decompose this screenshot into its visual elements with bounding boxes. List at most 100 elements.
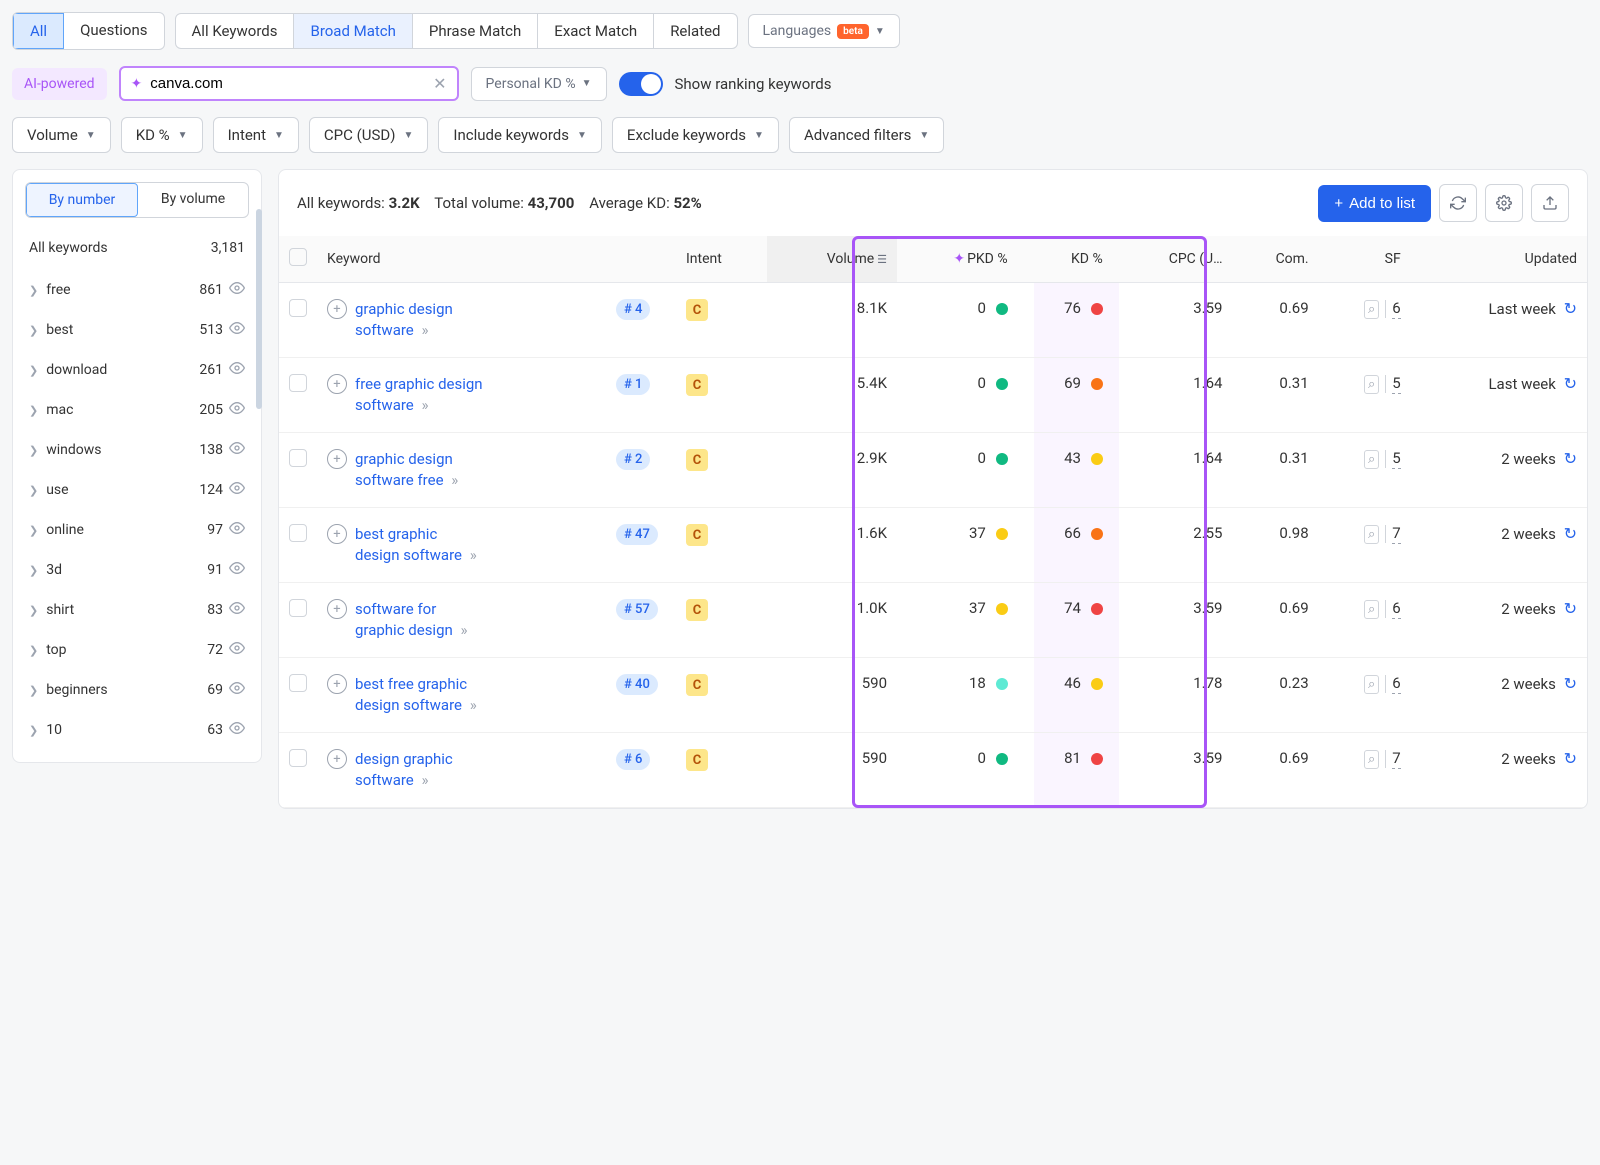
row-checkbox[interactable] (289, 674, 307, 692)
keyword-link[interactable]: software for graphic design (355, 600, 453, 639)
keyword-link[interactable]: graphic design software (355, 300, 453, 339)
eye-icon[interactable] (229, 600, 245, 620)
eye-icon[interactable] (229, 680, 245, 700)
refresh-row-icon[interactable]: ↻ (1564, 749, 1577, 768)
sidebar-item-count: 124 (199, 482, 223, 498)
sidebar-tab-volume[interactable]: By volume (138, 183, 248, 217)
expand-icon[interactable]: + (327, 749, 347, 769)
refresh-row-icon[interactable]: ↻ (1564, 374, 1577, 393)
keyword-link[interactable]: graphic design software free (355, 450, 453, 489)
sidebar-item-windows[interactable]: ❯ windows 138 (25, 430, 249, 470)
eye-icon[interactable] (229, 400, 245, 420)
row-checkbox[interactable] (289, 449, 307, 467)
col-updated[interactable]: Updated (1411, 236, 1587, 283)
col-kd[interactable]: KD % (1018, 236, 1113, 283)
eye-icon[interactable] (229, 280, 245, 300)
cpc-cell: 1.78 (1113, 658, 1233, 733)
eye-icon[interactable] (229, 320, 245, 340)
filter-intent[interactable]: Intent▼ (213, 117, 299, 153)
settings-button[interactable] (1485, 184, 1523, 222)
sidebar-item-3d[interactable]: ❯ 3d 91 (25, 550, 249, 590)
serp-icon[interactable]: ⌕ (1364, 375, 1379, 394)
kd-cell: 76 (1018, 283, 1113, 358)
tab-questions[interactable]: Questions (64, 13, 163, 49)
row-checkbox[interactable] (289, 374, 307, 392)
eye-icon[interactable] (229, 720, 245, 740)
row-checkbox[interactable] (289, 299, 307, 317)
serp-icon[interactable]: ⌕ (1364, 450, 1379, 469)
sidebar-item-online[interactable]: ❯ online 97 (25, 510, 249, 550)
tab-related[interactable]: Related (654, 14, 736, 48)
sidebar-item-use[interactable]: ❯ use 124 (25, 470, 249, 510)
sidebar-item-10[interactable]: ❯ 10 63 (25, 710, 249, 750)
search-input[interactable] (150, 75, 425, 92)
refresh-row-icon[interactable]: ↻ (1564, 599, 1577, 618)
row-checkbox[interactable] (289, 524, 307, 542)
tab-exact-match[interactable]: Exact Match (538, 14, 654, 48)
eye-icon[interactable] (229, 560, 245, 580)
filter-volume[interactable]: Volume▼ (12, 117, 111, 153)
expand-icon[interactable]: + (327, 374, 347, 394)
filter-advanced-filters[interactable]: Advanced filters▼ (789, 117, 944, 153)
refresh-row-icon[interactable]: ↻ (1564, 524, 1577, 543)
sidebar-item-top[interactable]: ❯ top 72 (25, 630, 249, 670)
languages-select[interactable]: Languages beta ▼ (748, 14, 900, 48)
keyword-link[interactable]: best free graphic design software (355, 675, 467, 714)
col-sf[interactable]: SF (1319, 236, 1411, 283)
personal-kd-select[interactable]: Personal KD % ▼ (471, 67, 607, 101)
serp-icon[interactable]: ⌕ (1364, 600, 1379, 619)
intent-badge: C (686, 374, 708, 396)
expand-icon[interactable]: + (327, 449, 347, 469)
eye-icon[interactable] (229, 360, 245, 380)
refresh-row-icon[interactable]: ↻ (1564, 449, 1577, 468)
sidebar-item-mac[interactable]: ❯ mac 205 (25, 390, 249, 430)
add-to-list-button[interactable]: + Add to list (1318, 185, 1431, 222)
eye-icon[interactable] (229, 520, 245, 540)
col-keyword[interactable]: Keyword (317, 236, 606, 283)
serp-icon[interactable]: ⌕ (1364, 525, 1379, 544)
expand-icon[interactable]: + (327, 674, 347, 694)
refresh-row-icon[interactable]: ↻ (1564, 299, 1577, 318)
serp-icon[interactable]: ⌕ (1364, 750, 1379, 769)
tab-broad-match[interactable]: Broad Match (294, 14, 412, 48)
filter-include-keywords[interactable]: Include keywords▼ (438, 117, 602, 153)
filter-kd-[interactable]: KD %▼ (121, 117, 203, 153)
sidebar-item-free[interactable]: ❯ free 861 (25, 270, 249, 310)
sidebar-tab-number[interactable]: By number (26, 183, 138, 217)
expand-icon[interactable]: + (327, 599, 347, 619)
com-cell: 0.69 (1232, 733, 1318, 808)
sf-count: 5 (1392, 374, 1400, 394)
sidebar-scrollbar[interactable] (256, 209, 262, 809)
sidebar-item-shirt[interactable]: ❯ shirt 83 (25, 590, 249, 630)
select-all-checkbox[interactable] (289, 248, 307, 266)
export-button[interactable] (1531, 184, 1569, 222)
clear-icon[interactable]: ✕ (433, 74, 446, 93)
keyword-link[interactable]: design graphic software (355, 750, 453, 789)
tab-phrase-match[interactable]: Phrase Match (413, 14, 538, 48)
serp-icon[interactable]: ⌕ (1364, 675, 1379, 694)
serp-icon[interactable]: ⌕ (1364, 300, 1379, 319)
eye-icon[interactable] (229, 640, 245, 660)
eye-icon[interactable] (229, 480, 245, 500)
filter-cpc-usd-[interactable]: CPC (USD)▼ (309, 117, 428, 153)
eye-icon[interactable] (229, 440, 245, 460)
row-checkbox[interactable] (289, 749, 307, 767)
tab-all[interactable]: All (13, 13, 64, 49)
expand-icon[interactable]: + (327, 524, 347, 544)
filter-exclude-keywords[interactable]: Exclude keywords▼ (612, 117, 779, 153)
sidebar-item-best[interactable]: ❯ best 513 (25, 310, 249, 350)
col-volume[interactable]: Volume☰ (767, 236, 897, 283)
refresh-row-icon[interactable]: ↻ (1564, 674, 1577, 693)
tab-all-keywords[interactable]: All Keywords (176, 14, 295, 48)
sidebar-item-download[interactable]: ❯ download 261 (25, 350, 249, 390)
col-pkd[interactable]: ✦PKD % (897, 236, 1018, 283)
col-cpc[interactable]: CPC (U… (1113, 236, 1233, 283)
expand-icon[interactable]: + (327, 299, 347, 319)
keyword-link[interactable]: best graphic design software (355, 525, 462, 564)
refresh-button[interactable] (1439, 184, 1477, 222)
col-intent[interactable]: Intent (676, 236, 767, 283)
sidebar-item-beginners[interactable]: ❯ beginners 69 (25, 670, 249, 710)
row-checkbox[interactable] (289, 599, 307, 617)
show-ranking-toggle[interactable] (619, 72, 663, 96)
col-com[interactable]: Com. (1232, 236, 1318, 283)
